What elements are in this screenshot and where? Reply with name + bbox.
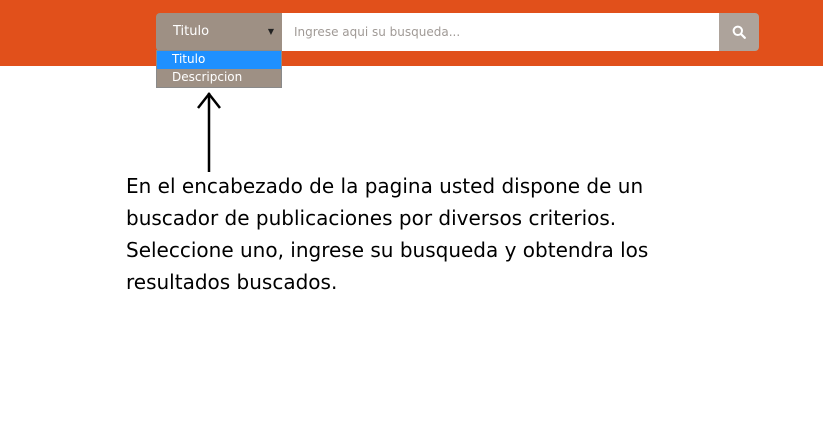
arrow-up-icon xyxy=(197,91,221,172)
instruction-line: En el encabezado de la pagina usted disp… xyxy=(126,174,644,198)
instruction-line: Seleccione uno, ingrese su busqueda y ob… xyxy=(126,238,649,262)
search-button[interactable] xyxy=(719,13,759,51)
criteria-select[interactable]: Titulo ▼ xyxy=(156,13,282,51)
dropdown-option-descripcion[interactable]: Descripcion xyxy=(157,69,281,87)
criteria-select-value: Titulo xyxy=(173,24,210,39)
search-icon xyxy=(732,25,746,39)
criteria-dropdown-list: Titulo Descripcion xyxy=(156,50,282,88)
dropdown-option-titulo[interactable]: Titulo xyxy=(157,51,281,69)
instruction-line: resultados buscados. xyxy=(126,270,338,294)
instruction-line: buscador de publicaciones por diversos c… xyxy=(126,206,617,230)
instruction-text: En el encabezado de la pagina usted disp… xyxy=(126,170,766,298)
dropdown-caret-icon: ▼ xyxy=(267,27,274,36)
search-input[interactable] xyxy=(282,13,719,51)
search-bar: Titulo ▼ xyxy=(156,13,759,51)
